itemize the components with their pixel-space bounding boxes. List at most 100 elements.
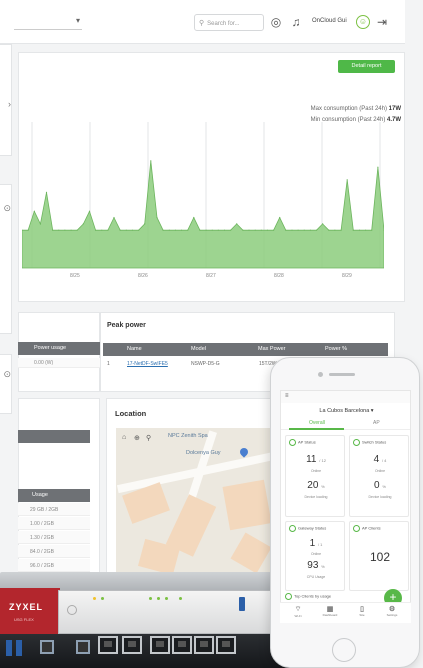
data-point <box>352 229 354 231</box>
data-point <box>230 229 232 231</box>
device-port-panel <box>0 634 294 668</box>
data-point <box>107 229 109 231</box>
data-point <box>254 229 256 231</box>
data-point <box>180 229 183 231</box>
ap-clients-card[interactable]: AP Clients 102 <box>349 521 409 591</box>
search-input[interactable]: ⚲ Search for... <box>194 14 264 31</box>
detail-report-button[interactable]: Detail report <box>338 60 395 73</box>
ap-status-title-label: AP Status <box>298 439 316 445</box>
x-tick-label: 8/25 <box>70 273 80 279</box>
bottom-nav: ⌔ Wi-Fi ▦ Dashboard ▯ Site ⚙ Settings <box>280 602 411 623</box>
data-point <box>156 217 158 219</box>
device-link[interactable]: 17-NetDF-SwIFE5 <box>127 361 168 367</box>
left-panel: › ⊙ ⊙ <box>0 44 14 604</box>
usage-row: 1.30 / 2GB <box>18 531 90 544</box>
ethernet-port <box>194 636 214 654</box>
top-bar: ▾ ⚲ Search for... ◎ ♫ OnCloud Gui ☺ ⇥ <box>0 0 405 44</box>
col-max-power[interactable]: Max Power <box>258 343 286 356</box>
location-title: Location <box>115 409 147 418</box>
map-block <box>230 532 272 574</box>
location-map[interactable]: ⌂ ⊕ ⚲ NPC Zenith Spa Dolcenya Guy <box>116 428 281 578</box>
power-consumption-chart: 8/25 8/26 8/27 8/28 8/29 <box>22 122 384 279</box>
top-clients-title: Top Clients by usage <box>285 593 331 600</box>
data-point <box>52 229 54 231</box>
dashboard-icon: ▦ <box>326 606 334 613</box>
data-point <box>223 229 226 231</box>
data-point <box>64 229 66 231</box>
row-model: NSWP-D5-G <box>191 361 220 367</box>
col-power-percent[interactable]: Power % <box>325 343 347 356</box>
gateway-status-card[interactable]: Gateway Status 1 / 1 Online 93 % CPU Usa… <box>285 521 345 591</box>
power-area-series <box>22 160 384 269</box>
power-usage-header-label: Power usage <box>34 345 67 351</box>
nav-dashboard-label: Dashboard <box>322 613 338 617</box>
data-point <box>365 229 367 231</box>
nav-wifi[interactable]: ⌔ Wi-Fi <box>286 605 310 618</box>
bell-icon[interactable]: ♫ <box>288 14 304 30</box>
sfp-port <box>40 640 54 654</box>
data-point <box>101 229 103 231</box>
gateway-cpu-number: 93 <box>307 560 319 571</box>
data-point <box>27 229 29 231</box>
help-icon[interactable]: ◎ <box>268 14 284 30</box>
x-tick-label: 8/29 <box>342 273 352 279</box>
menu-icon[interactable]: ≡ <box>285 393 289 399</box>
nav-site[interactable]: ▯ Site <box>350 605 374 617</box>
locate-icon[interactable]: ⊕ <box>134 434 140 442</box>
chevron-right-icon[interactable]: › <box>8 99 11 109</box>
data-point <box>138 229 140 231</box>
usage-row-value: 1.30 / 2GB <box>30 535 54 541</box>
data-point <box>88 210 91 212</box>
switch-loading-number: 0 <box>374 480 380 491</box>
peak-power-title: Peak power <box>107 322 146 329</box>
gateway-cpu-unit: % <box>321 564 325 569</box>
nav-dashboard[interactable]: ▦ Dashboard <box>318 605 342 617</box>
data-point <box>174 229 176 231</box>
gateway-cpu-label: CPU Usage <box>306 575 326 579</box>
site-select[interactable]: ▾ <box>14 14 82 30</box>
peak-power-header: Name Model Max Power Power % <box>103 343 388 356</box>
home-icon[interactable]: ⌂ <box>122 434 126 441</box>
wifi-icon <box>289 439 296 446</box>
site-title[interactable]: La Cubos Barcelona ▾ <box>281 408 410 414</box>
left-card-2: ⊙ <box>0 184 12 334</box>
data-point <box>131 229 133 231</box>
data-point <box>236 223 238 225</box>
home-button[interactable] <box>332 638 356 662</box>
nav-settings[interactable]: ⚙ Settings <box>380 605 404 617</box>
data-point <box>340 229 342 231</box>
switch-status-card[interactable]: Switch Status 4 / 4 Online 0 % Device lo… <box>349 435 409 517</box>
data-point <box>119 229 121 231</box>
map-pin-label: Dolcenya Guy <box>186 450 221 456</box>
col-name[interactable]: Name <box>127 343 142 356</box>
ap-clients-title: AP Clients <box>353 525 381 532</box>
clients-icon <box>353 525 360 532</box>
logout-icon[interactable]: ⇥ <box>374 14 390 30</box>
tab-overall[interactable]: Overall <box>309 420 325 426</box>
zoom-icon[interactable]: ⚲ <box>146 434 151 442</box>
switch-loading-value: 0 % <box>350 480 410 491</box>
ethernet-port <box>172 636 192 654</box>
usage-header-label: Usage <box>32 492 48 498</box>
data-point <box>168 229 170 231</box>
user-name[interactable]: OnCloud Gui <box>312 18 347 24</box>
tab-ap[interactable]: AP <box>373 420 380 426</box>
data-point <box>285 229 287 231</box>
ap-clients-title-label: AP Clients <box>362 525 381 531</box>
usage-row: 96.0 / 2GB <box>18 559 90 572</box>
chevron-down-icon: ▾ <box>75 16 80 25</box>
phone-tabs: Overall AP <box>281 418 410 430</box>
usb-port <box>6 640 12 656</box>
chevron-circle-icon[interactable]: ⊙ <box>3 369 11 380</box>
ap-online-count: 11 <box>306 454 317 465</box>
nav-settings-label: Settings <box>386 613 398 617</box>
map-pin-icon[interactable] <box>238 446 250 458</box>
data-point <box>266 229 268 231</box>
user-avatar-icon[interactable]: ☺ <box>356 15 370 29</box>
data-point <box>303 229 305 231</box>
ap-status-card[interactable]: AP Status 11 / 12 Online 20 % Device loa… <box>285 435 345 517</box>
col-model[interactable]: Model <box>191 343 206 356</box>
chevron-circle-icon[interactable]: ⊙ <box>3 203 11 214</box>
data-point <box>113 217 115 219</box>
switch-status-title: Switch Status <box>353 439 386 446</box>
